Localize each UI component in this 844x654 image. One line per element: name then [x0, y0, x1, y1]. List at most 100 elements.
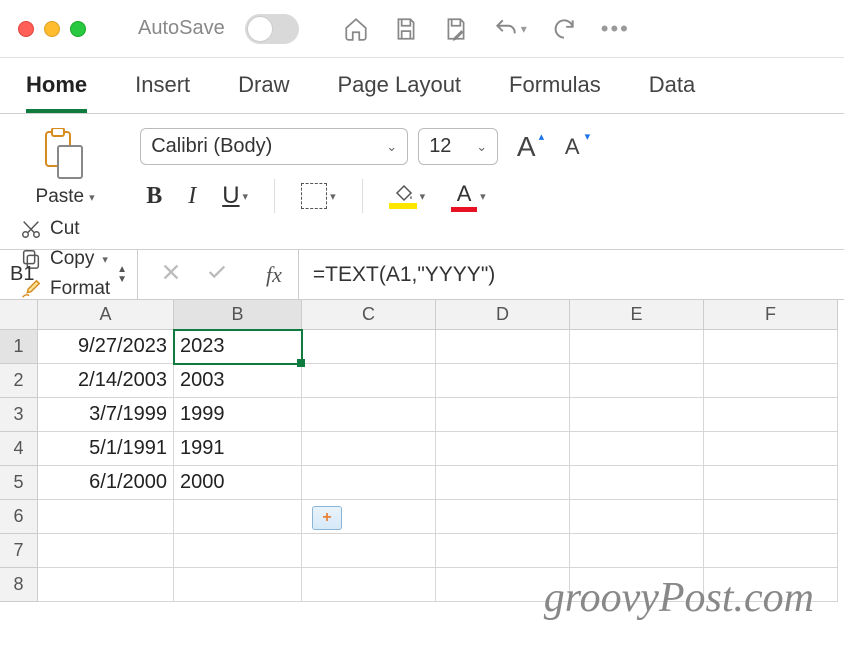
cell[interactable] — [570, 500, 704, 534]
close-window-icon[interactable] — [18, 21, 34, 37]
cell[interactable] — [436, 466, 570, 500]
fx-label[interactable]: fx — [250, 250, 299, 299]
font-name-select[interactable]: Calibri (Body) ⌄ — [140, 128, 408, 165]
paste-button[interactable]: Paste ▾ — [20, 128, 110, 208]
cut-button[interactable]: Cut — [20, 218, 110, 240]
cell[interactable] — [570, 364, 704, 398]
cell[interactable] — [436, 364, 570, 398]
tab-data[interactable]: Data — [649, 72, 695, 113]
cell[interactable] — [38, 534, 174, 568]
tab-formulas[interactable]: Formulas — [509, 72, 601, 113]
cell[interactable] — [704, 398, 838, 432]
column-header[interactable]: F — [704, 300, 838, 330]
cell[interactable]: 9/27/2023 — [38, 330, 174, 364]
cell[interactable] — [174, 534, 302, 568]
cell[interactable] — [436, 398, 570, 432]
cancel-formula-icon[interactable] — [160, 261, 182, 288]
cell[interactable] — [302, 330, 436, 364]
column-header[interactable]: D — [436, 300, 570, 330]
chevron-down-icon: ▾ — [420, 190, 426, 203]
cell[interactable]: 1999 — [174, 398, 302, 432]
font-size-select[interactable]: 12 ⌄ — [418, 128, 498, 165]
tab-insert[interactable]: Insert — [135, 72, 190, 113]
cell[interactable]: 5/1/1991 — [38, 432, 174, 466]
undo-button[interactable]: ▾ — [493, 16, 527, 42]
tab-draw[interactable]: Draw — [238, 72, 289, 113]
autofill-options-button[interactable]: + — [312, 506, 342, 530]
decrease-font-size-button[interactable]: A▾ — [554, 128, 590, 165]
cell[interactable]: 2003 — [174, 364, 302, 398]
tab-page-layout[interactable]: Page Layout — [338, 72, 462, 113]
fill-handle[interactable] — [297, 359, 305, 367]
cell[interactable] — [302, 534, 436, 568]
autosave-toggle[interactable] — [245, 14, 299, 44]
cell[interactable] — [704, 466, 838, 500]
row-header[interactable]: 3 — [0, 398, 38, 432]
cell[interactable] — [436, 330, 570, 364]
cell[interactable] — [704, 432, 838, 466]
cell[interactable] — [704, 568, 838, 602]
name-box[interactable]: B1 ▲▼ — [0, 250, 138, 299]
cell[interactable] — [302, 398, 436, 432]
cell[interactable]: 1991 — [174, 432, 302, 466]
cell[interactable] — [302, 432, 436, 466]
select-all-corner[interactable] — [0, 300, 38, 330]
tab-home[interactable]: Home — [26, 72, 87, 113]
cell[interactable] — [704, 500, 838, 534]
cell[interactable] — [302, 466, 436, 500]
cell[interactable] — [302, 568, 436, 602]
cell[interactable] — [436, 568, 570, 602]
more-icon[interactable]: ••• — [601, 16, 630, 42]
row-header[interactable]: 7 — [0, 534, 38, 568]
column-header[interactable]: C — [302, 300, 436, 330]
cell[interactable] — [436, 432, 570, 466]
row-header[interactable]: 2 — [0, 364, 38, 398]
cell[interactable]: 2/14/2003 — [38, 364, 174, 398]
cell[interactable] — [570, 568, 704, 602]
save-edit-icon[interactable] — [443, 16, 469, 42]
cell[interactable] — [38, 568, 174, 602]
cell[interactable] — [570, 330, 704, 364]
cell[interactable]: 6/1/2000 — [38, 466, 174, 500]
cell[interactable] — [174, 500, 302, 534]
redo-icon[interactable] — [551, 16, 577, 42]
cell[interactable] — [704, 330, 838, 364]
increase-font-size-button[interactable]: A▴ — [508, 128, 544, 165]
cell[interactable] — [704, 364, 838, 398]
cell[interactable] — [570, 432, 704, 466]
save-icon[interactable] — [393, 16, 419, 42]
cell[interactable] — [570, 466, 704, 500]
cell[interactable] — [38, 500, 174, 534]
bold-button[interactable]: B — [146, 183, 162, 210]
cell[interactable] — [704, 534, 838, 568]
row-header[interactable]: 1 — [0, 330, 38, 364]
row-header[interactable]: 4 — [0, 432, 38, 466]
cell[interactable]: 2023 — [174, 330, 302, 364]
cell[interactable]: 2000 — [174, 466, 302, 500]
italic-button[interactable]: I — [188, 183, 196, 210]
cell[interactable] — [302, 364, 436, 398]
formula-input[interactable]: =TEXT(A1,"YYYY") — [299, 263, 844, 287]
column-header[interactable]: A — [38, 300, 174, 330]
home-icon[interactable] — [343, 16, 369, 42]
font-color-button[interactable]: A ▾ — [451, 181, 486, 212]
column-header[interactable]: E — [570, 300, 704, 330]
cell[interactable] — [570, 534, 704, 568]
chevron-down-icon: ▾ — [89, 191, 95, 204]
row-header[interactable]: 6 — [0, 500, 38, 534]
cell[interactable]: 3/7/1999 — [38, 398, 174, 432]
column-header[interactable]: B — [174, 300, 302, 330]
row-header[interactable]: 5 — [0, 466, 38, 500]
maximize-window-icon[interactable] — [70, 21, 86, 37]
cell[interactable] — [436, 534, 570, 568]
accept-formula-icon[interactable] — [206, 261, 228, 288]
borders-button[interactable]: ▾ — [301, 183, 336, 209]
fill-color-button[interactable]: ▾ — [389, 183, 426, 209]
row-header[interactable]: 8 — [0, 568, 38, 602]
minimize-window-icon[interactable] — [44, 21, 60, 37]
name-box-stepper[interactable]: ▲▼ — [117, 265, 127, 285]
underline-button[interactable]: U ▾ — [222, 182, 248, 210]
cell[interactable] — [570, 398, 704, 432]
cell[interactable] — [174, 568, 302, 602]
cell[interactable] — [436, 500, 570, 534]
